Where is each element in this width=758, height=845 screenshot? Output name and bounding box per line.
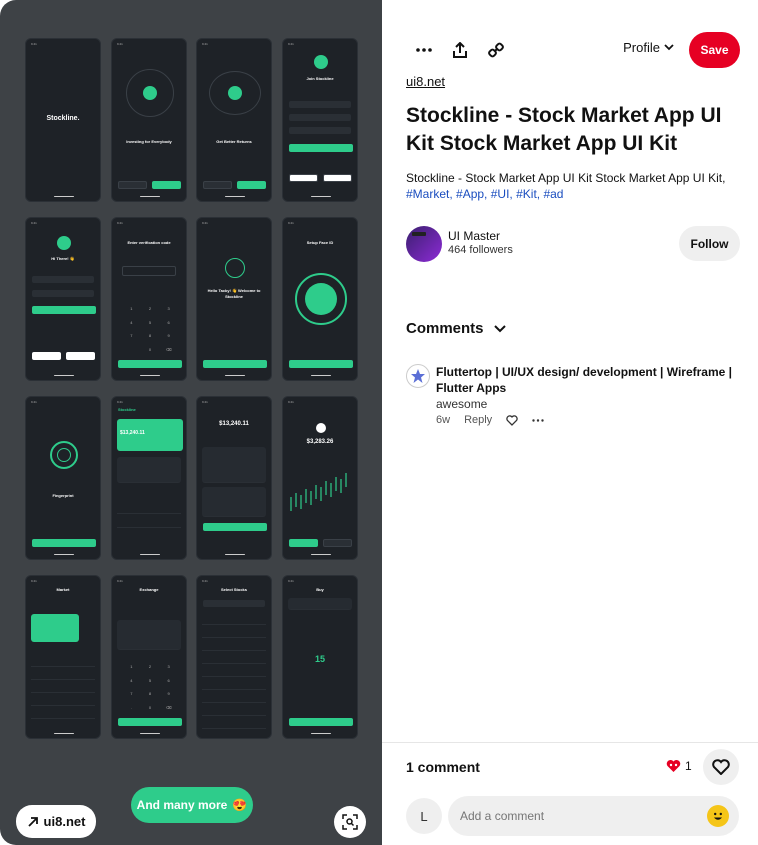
returns-title: Get Better Returns [216, 139, 252, 144]
and-many-more-badge: And many more 😍 [131, 787, 253, 823]
reaction-count: 1 [685, 759, 692, 773]
comments-toggle[interactable]: Comments [406, 320, 506, 337]
tag-ui[interactable]: #UI, [491, 187, 513, 201]
exchange-title: Exchange [139, 587, 159, 592]
lens-icon [342, 814, 358, 830]
onboarding-returns-screen: 9:41 Get Better Returns [196, 38, 272, 202]
login-screen: 9:41 Hi There! 👋 [25, 217, 101, 381]
visual-search-button[interactable] [334, 806, 366, 838]
author-name[interactable]: UI Master [448, 229, 500, 243]
pin-image[interactable]: 9:41 Stockline. 9:41 Investing for Every… [0, 0, 382, 845]
source-link[interactable]: ui8.net [406, 74, 445, 89]
buy-title: Buy [316, 587, 324, 592]
splash-screen: 9:41 Stockline. [25, 38, 101, 202]
link-icon [488, 42, 504, 58]
tag-app[interactable]: #App, [456, 187, 487, 201]
stock-price: $3,283.26 [306, 439, 334, 445]
tag-ad[interactable]: #ad [543, 187, 563, 201]
verify-title: Enter verification code [127, 240, 171, 245]
heart-outline-icon[interactable] [506, 414, 518, 426]
join-title: Join Stockline [306, 76, 334, 81]
app-screens-collage: 9:41 Stockline. 9:41 Investing for Every… [25, 38, 358, 740]
invest-title: Investing for Everybody [126, 139, 172, 144]
profile-label: Profile [623, 40, 660, 55]
tag-kit[interactable]: #Kit, [516, 187, 540, 201]
onboarding-invest-screen: 9:41 Investing for Everybody [111, 38, 187, 202]
dashboard-screen: 9:41 Stockline $13,240.11 [111, 396, 187, 560]
reaction-summary[interactable]: 1 [666, 759, 692, 773]
exchange-screen: 9:41 Exchange 1 2 3 4 5 6 7 8 9. 0 ⌫ [111, 575, 187, 739]
user-avatar[interactable]: L [406, 798, 442, 834]
market-screen: 9:41 Market [25, 575, 101, 739]
add-comment-input[interactable] [448, 796, 739, 836]
stock-detail-screen: 9:41 $3,283.26 [282, 396, 358, 560]
profile-dropdown[interactable]: Profile [623, 40, 674, 55]
source-badge-label: ui8.net [43, 814, 86, 829]
author-row: UI Master 464 followers Follow [406, 226, 740, 262]
reply-button[interactable]: Reply [464, 414, 492, 426]
pin-description: Stockline - Stock Market App UI Kit Stoc… [406, 170, 736, 202]
buy-screen: 9:41 Buy 15 [282, 575, 358, 739]
share-icon [453, 42, 467, 58]
save-button[interactable]: Save [689, 32, 740, 68]
dashboard-brand: Stockline [118, 407, 136, 412]
comments-heading: Comments [406, 320, 484, 337]
dashboard-value: $13,240.11 [120, 430, 145, 436]
pin-toolbar: Profile Save [406, 32, 740, 68]
buy-amount: 15 [314, 654, 325, 664]
comment-age: 6w [436, 414, 451, 426]
welcome-screen: 9:41 Hello Tacky! 👋 Welcome to Stockline [196, 217, 272, 381]
more-options-button[interactable] [408, 34, 440, 66]
pin-closeup: 9:41 Stockline. 9:41 Investing for Every… [0, 0, 758, 845]
face-id-screen: 9:41 Setup Face ID [282, 217, 358, 381]
fingerprint-screen: 9:41 Fingerprint [25, 396, 101, 560]
arrow-up-right-icon [27, 816, 38, 827]
share-button[interactable] [444, 34, 476, 66]
tag-market[interactable]: #Market, [406, 187, 453, 201]
heart-eyes-emoji: 😍 [232, 798, 248, 812]
smiley-icon [709, 807, 727, 825]
chevron-down-icon [664, 44, 674, 51]
chevron-down-icon [493, 324, 506, 332]
footer-divider [382, 742, 758, 743]
face-title: Setup Face ID [306, 240, 334, 245]
comment-count: 1 comment [406, 759, 480, 775]
comment-meta: 6w Reply [436, 414, 544, 426]
heart-eyes-reaction-icon [666, 760, 681, 772]
commenter-name[interactable]: Fluttertop | UI/UX design/ development |… [436, 364, 736, 396]
star-icon [411, 369, 425, 383]
more-icon[interactable] [532, 418, 544, 422]
react-button[interactable] [703, 749, 739, 785]
market-title: Market [56, 587, 70, 592]
comment-text: awesome [436, 397, 488, 411]
portfolio-screen: 9:41 $13,240.11 [196, 396, 272, 560]
welcome-title: Hello Tacky! 👋 Welcome to Stockline [207, 288, 261, 299]
fingerprint-title: Fingerprint [52, 493, 74, 498]
select-title: Select Stocks [220, 587, 247, 592]
follow-button[interactable]: Follow [679, 226, 740, 261]
emoji-picker-button[interactable] [707, 805, 729, 827]
author-avatar[interactable] [406, 226, 442, 262]
heart-outline-icon [712, 759, 730, 775]
pin-title: Stockline - Stock Market App UI Kit Stoc… [406, 104, 722, 155]
hi-title: Hi There! 👋 [51, 256, 75, 261]
verification-screen: 9:41 Enter verification code 1 2 3 4 5 6 7 8 9 0 ⌫ [111, 217, 187, 381]
description-text: Stockline - Stock Market App UI Kit Stoc… [406, 171, 726, 185]
author-followers: 464 followers [448, 244, 513, 256]
more-icon [416, 48, 432, 52]
splash-brand: Stockline. [46, 115, 80, 122]
source-badge[interactable]: ui8.net [16, 805, 96, 838]
commenter-avatar[interactable] [406, 364, 430, 388]
and-many-more-label: And many more [136, 798, 228, 812]
select-stocks-screen: 9:41 Select Stocks [196, 575, 272, 739]
copy-link-button[interactable] [480, 34, 512, 66]
portfolio-value: $13,240.11 [219, 421, 249, 427]
join-screen: 9:41 Join Stockline [282, 38, 358, 202]
